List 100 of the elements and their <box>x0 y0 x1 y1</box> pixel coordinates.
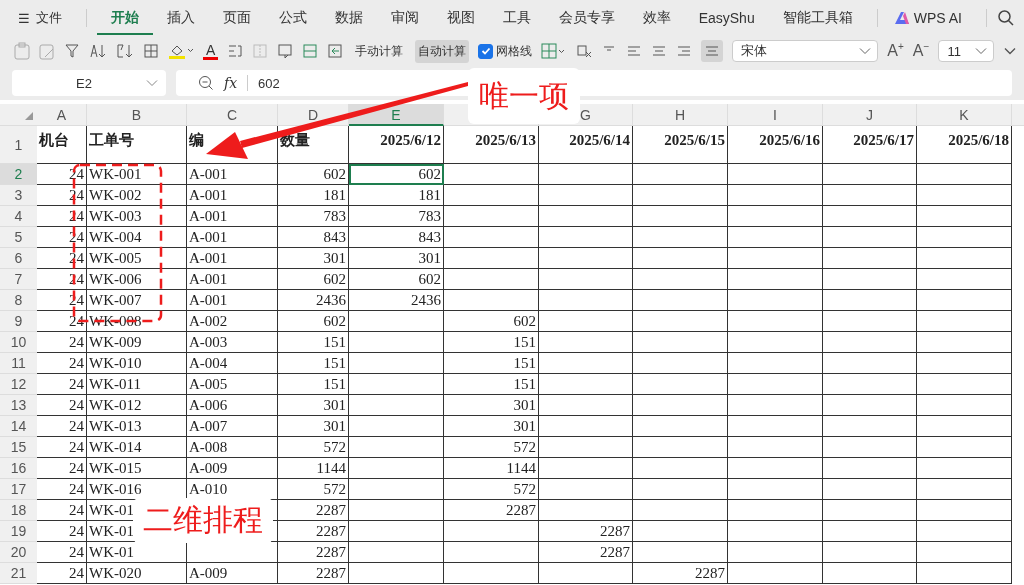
sort-ascending-icon[interactable] <box>89 43 107 59</box>
row-header[interactable]: 14 <box>0 416 37 437</box>
table-cell: 24 <box>37 521 87 542</box>
table-cell: 2287 <box>278 500 349 521</box>
zoom-icon[interactable] <box>198 75 214 91</box>
align-middle-icon[interactable] <box>701 40 724 62</box>
row-header[interactable]: 12 <box>0 374 37 395</box>
caret-icon <box>146 79 158 87</box>
row-header[interactable]: 11 <box>0 353 37 374</box>
table-cell: 2025/6/18 <box>917 126 1012 164</box>
row-header[interactable]: 8 <box>0 290 37 311</box>
font-size-select[interactable]: 11 <box>938 40 995 62</box>
ribbon-tab[interactable]: 数据 <box>320 1 377 35</box>
align-center-icon[interactable] <box>651 43 668 59</box>
table-cell: WK-004 <box>87 227 187 248</box>
column-header[interactable]: H <box>633 104 728 126</box>
ribbon-tab[interactable]: 审阅 <box>376 1 433 35</box>
menu-icon[interactable]: ☰ <box>18 10 30 26</box>
table-cell: A-007 <box>187 416 278 437</box>
row-header[interactable]: 2 <box>0 164 37 185</box>
ribbon-tab[interactable]: 工具 <box>488 1 545 35</box>
row-header[interactable]: 19 <box>0 521 37 542</box>
font-select[interactable]: 宋体 <box>732 40 879 62</box>
callout-tooltip: 唯一项 <box>468 68 580 124</box>
row-header[interactable]: 10 <box>0 332 37 353</box>
table-cell: A-004 <box>187 353 278 374</box>
table-cell: WK-020 <box>87 563 187 584</box>
check-icon <box>480 46 491 56</box>
auto-calc-button[interactable]: 自动计算 <box>415 39 470 63</box>
row-header[interactable]: 7 <box>0 269 37 290</box>
row-header[interactable]: 1 <box>0 126 37 164</box>
ribbon-tab[interactable]: EasyShu <box>684 2 769 34</box>
table-cell: 2025/6/12 <box>349 126 444 164</box>
align-right-icon[interactable] <box>676 43 693 59</box>
ribbon-tab[interactable]: WPS AI <box>909 2 976 34</box>
table-cell: 151 <box>444 374 539 395</box>
ai-logo-icon <box>893 11 910 25</box>
ribbon-tab[interactable]: 效率 <box>628 1 685 35</box>
table-cell: 2287 <box>633 563 728 584</box>
table-cell: 301 <box>444 395 539 416</box>
table-cell: 151 <box>444 332 539 353</box>
row-header[interactable]: 4 <box>0 206 37 227</box>
border-icon[interactable] <box>143 43 159 59</box>
row-header[interactable]: 9 <box>0 311 37 332</box>
table-cell: 2287 <box>278 521 349 542</box>
font-color-button[interactable]: A <box>203 42 219 60</box>
column-header[interactable]: J <box>823 104 917 126</box>
table-cell: 24 <box>37 458 87 479</box>
column-header[interactable]: K <box>917 104 1012 126</box>
caret-icon <box>859 47 872 55</box>
table-cell: 2287 <box>444 500 539 521</box>
row-header[interactable]: 3 <box>0 185 37 206</box>
column-header[interactable]: C <box>187 104 278 126</box>
ribbon-tab[interactable]: 会员专享 <box>544 1 629 35</box>
row-header[interactable]: 18 <box>0 500 37 521</box>
name-box[interactable]: E2 <box>12 70 166 96</box>
table-cell: 24 <box>37 437 87 458</box>
column-header[interactable]: A <box>37 104 87 126</box>
row-header[interactable]: 6 <box>0 248 37 269</box>
wrap-text-icon[interactable] <box>227 43 244 59</box>
row-header[interactable]: 21 <box>0 563 37 584</box>
sort-descending-icon[interactable] <box>116 43 134 59</box>
align-left-icon[interactable] <box>626 43 643 59</box>
table-cell: 2287 <box>539 542 633 563</box>
table-cell: 151 <box>278 353 349 374</box>
column-header[interactable]: B <box>87 104 187 126</box>
table-cell: 2025/6/15 <box>633 126 728 164</box>
table-cell: 843 <box>349 227 444 248</box>
clear-format-icon[interactable] <box>576 43 593 59</box>
clipboard-icon[interactable] <box>39 42 55 60</box>
import-icon[interactable] <box>327 43 344 59</box>
table-cell: WK-012 <box>87 395 187 416</box>
file-menu[interactable]: 文件 <box>35 9 62 27</box>
chevron-down-icon[interactable] <box>1003 46 1018 56</box>
ribbon-tab[interactable]: 页面 <box>208 1 265 35</box>
row-header[interactable]: 16 <box>0 458 37 479</box>
function-label[interactable]: fx <box>224 75 238 91</box>
search-icon[interactable] <box>996 9 1015 27</box>
ribbon-tab[interactable]: 插入 <box>152 1 209 35</box>
table-icon[interactable] <box>302 43 319 59</box>
manual-calc-button[interactable]: 手动计算 <box>352 39 407 63</box>
filter-icon[interactable] <box>64 43 80 59</box>
gridlines-checkbox[interactable] <box>478 43 494 59</box>
ribbon-tab[interactable]: 智能工具箱 <box>768 1 867 35</box>
row-header[interactable]: 13 <box>0 395 37 416</box>
ribbon-tab[interactable]: 视图 <box>432 1 489 35</box>
row-header[interactable]: 5 <box>0 227 37 248</box>
table-cell: 301 <box>444 416 539 437</box>
ribbon-tab[interactable]: 公式 <box>264 1 321 35</box>
row-header[interactable]: 15 <box>0 437 37 458</box>
shrink-font-button[interactable]: A$^{−}$ <box>912 41 930 61</box>
table-cell: 24 <box>37 416 87 437</box>
table-cell: 181 <box>349 185 444 206</box>
comment-icon[interactable] <box>277 43 294 59</box>
column-header[interactable]: I <box>728 104 823 126</box>
row-header[interactable]: 20 <box>0 542 37 563</box>
select-all-icon[interactable] <box>25 112 33 120</box>
table-cell: 301 <box>278 416 349 437</box>
grow-font-button[interactable]: A$^{+}$ <box>887 41 904 61</box>
row-header[interactable]: 17 <box>0 479 37 500</box>
